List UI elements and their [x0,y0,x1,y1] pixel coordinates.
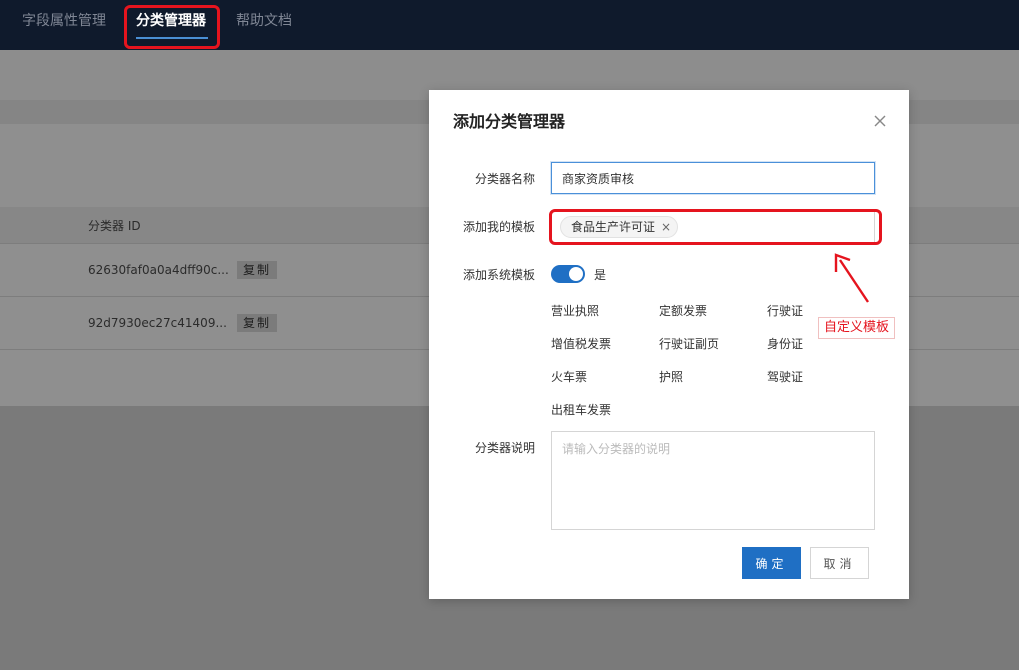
nav-item-help-docs[interactable]: 帮助文档 [236,12,292,30]
system-template-item[interactable]: 火车票 [551,368,587,385]
cancel-button[interactable]: 取消 [810,547,869,579]
description-textarea[interactable] [551,431,875,530]
close-icon[interactable] [873,114,887,128]
system-template-item[interactable]: 出租车发票 [551,401,611,418]
annotation-arrow-icon [834,253,869,303]
add-classifier-modal: 添加分类管理器 分类器名称 添加我的模板 食品生产许可证 × 添加系统模板 是 … [429,90,909,599]
system-template-item[interactable]: 行驶证副页 [659,335,719,352]
template-annotation-highlight [549,209,882,245]
system-template-item[interactable]: 增值税发票 [551,335,611,352]
annotation-label: 自定义模板 [818,317,896,339]
toggle-state-label: 是 [594,268,607,282]
system-template-item[interactable]: 驾驶证 [767,368,803,385]
top-nav: 字段属性管理 分类管理器 帮助文档 [0,0,1019,50]
system-template-label: 添加系统模板 [462,268,535,282]
my-template-label: 添加我的模板 [462,220,535,234]
system-template-item[interactable]: 行驶证 [767,302,803,319]
system-template-item[interactable]: 身份证 [767,335,803,352]
system-template-item[interactable]: 营业执照 [551,302,599,319]
system-template-item[interactable]: 定额发票 [659,302,707,319]
classifier-id-cell: 92d7930ec27c41409... [88,316,227,330]
system-template-item[interactable]: 护照 [659,368,683,385]
copy-button[interactable]: 复制 [237,314,278,332]
classifier-id-cell: 62630faf0a0a4dff90c... [88,263,229,277]
copy-button[interactable]: 复制 [237,261,278,279]
nav-annotation-highlight [124,5,220,49]
toggle-knob [569,267,583,281]
classifier-name-input[interactable] [551,162,875,194]
column-header-classifier-id: 分类器 ID [88,219,141,233]
classifier-name-label: 分类器名称 [474,172,535,186]
description-label: 分类器说明 [474,441,535,455]
confirm-button[interactable]: 确定 [742,547,801,579]
system-template-toggle[interactable] [551,265,585,283]
modal-title: 添加分类管理器 [453,112,566,131]
page: 字段属性管理 分类管理器 帮助文档 分类器 ID 62630faf0a0a4df… [0,0,1019,670]
nav-item-field-attributes[interactable]: 字段属性管理 [22,12,106,30]
